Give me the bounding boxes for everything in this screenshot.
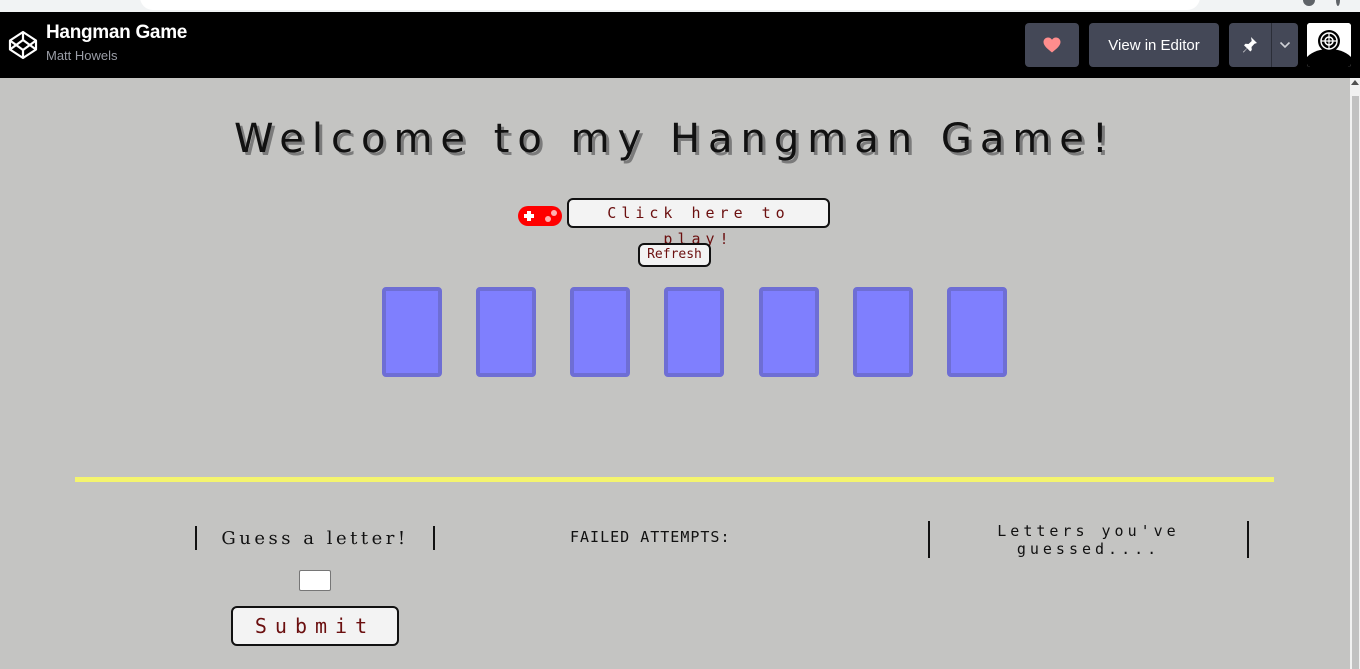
codepen-header: Hangman Game Matt Howels View in Editor (0, 12, 1360, 78)
scroll-up-arrow-icon[interactable] (1351, 80, 1359, 85)
letter-slot (853, 287, 913, 377)
letter-slot (570, 287, 630, 377)
menu-icon[interactable] (1336, 0, 1340, 6)
welcome-heading: Welcome to my Hangman Game! (234, 116, 1116, 162)
play-button[interactable]: Click here to play! (567, 198, 830, 248)
pen-title: Hangman Game (46, 22, 188, 43)
address-bar[interactable] (140, 0, 1200, 10)
failed-attempts-label: FAILED ATTEMPTS: (570, 528, 731, 546)
section-divider (75, 477, 1274, 482)
letter-slot (947, 287, 1007, 377)
view-in-editor-button[interactable]: View in Editor (1089, 23, 1219, 67)
profile-icon[interactable] (1303, 0, 1315, 6)
letter-slot (382, 287, 442, 377)
letter-slot (664, 287, 724, 377)
guess-input[interactable] (299, 570, 331, 591)
pin-icon (1243, 37, 1257, 53)
guessed-letters-label: Letters you've guessed.... (997, 522, 1180, 558)
user-avatar[interactable] (1307, 23, 1351, 67)
pin-dropdown-button[interactable] (1271, 23, 1298, 67)
pen-author[interactable]: Matt Howels (46, 48, 118, 63)
codepen-logo-icon[interactable] (8, 30, 38, 60)
letter-slot (759, 287, 819, 377)
gamepad-icon (518, 206, 562, 226)
submit-button[interactable]: Submit (231, 606, 399, 646)
heart-icon (1043, 37, 1061, 53)
guess-label: Guess a letter! (221, 528, 409, 549)
letter-slot (476, 287, 536, 377)
scrollbar-thumb[interactable] (1352, 96, 1359, 669)
like-button[interactable] (1025, 23, 1079, 67)
chevron-down-icon (1279, 41, 1291, 49)
pin-button[interactable] (1229, 23, 1271, 67)
browser-toolbar (0, 0, 1360, 12)
refresh-button[interactable]: Refresh (638, 243, 711, 267)
avatar-icon (1307, 23, 1351, 67)
